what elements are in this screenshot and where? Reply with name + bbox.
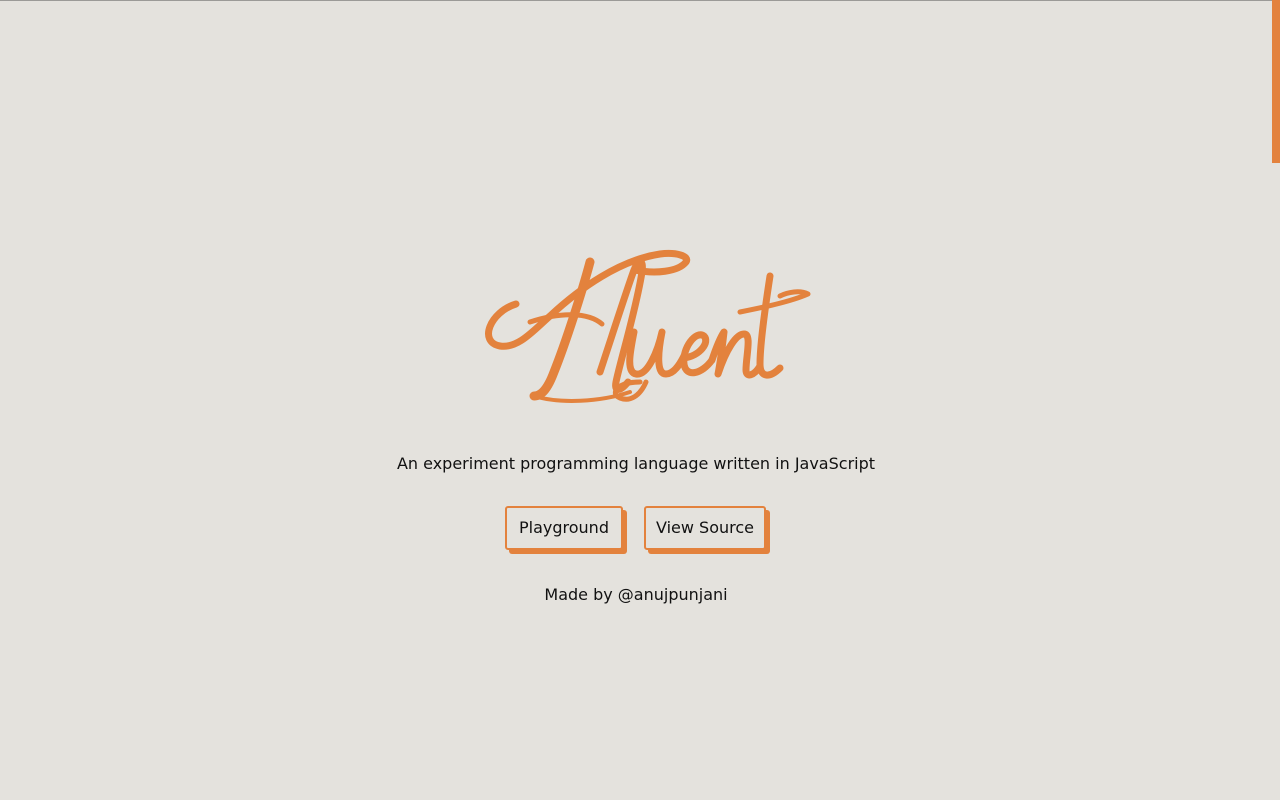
fluent-logo-script [485, 250, 811, 403]
scrollbar-thumb[interactable] [1272, 0, 1280, 163]
window-top-border [0, 0, 1280, 1]
fluent-logo [470, 232, 820, 412]
tagline: An experiment programming language writt… [396, 454, 876, 473]
view-source-button[interactable]: View Source [644, 506, 766, 550]
author-credit: Made by @anujpunjani [544, 585, 728, 604]
playground-button[interactable]: Playground [505, 506, 623, 550]
page-scrollbar[interactable] [1272, 0, 1280, 800]
